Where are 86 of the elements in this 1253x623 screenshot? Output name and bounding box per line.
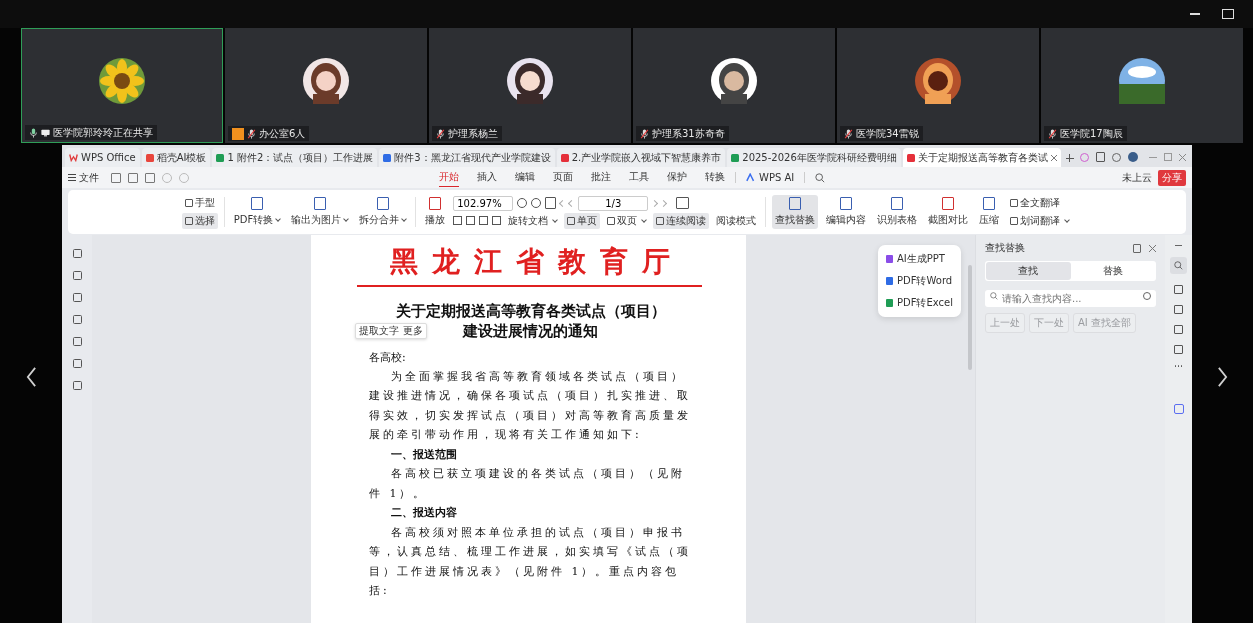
video-tile[interactable]: 医学院34雷锐 — [837, 28, 1039, 143]
toolbar-button[interactable]: 识别表格 — [874, 195, 921, 229]
participant-name: 医学院郭玲玲正在共享 — [53, 125, 153, 140]
word-document-icon — [383, 153, 392, 162]
menu-tab[interactable]: 批注 — [591, 168, 611, 187]
more-button[interactable]: 更多 — [403, 323, 423, 338]
share-button[interactable]: 分享 — [1158, 169, 1186, 186]
translate-button[interactable]: 全文翻译 — [1007, 195, 1073, 211]
panel-tab[interactable]: 查找 — [986, 262, 1071, 280]
toolbar-button[interactable]: 编辑内容 — [823, 195, 870, 229]
toolbar-button[interactable]: 输出为图片 — [288, 195, 352, 229]
video-tile[interactable]: 医学院郭玲玲正在共享 — [21, 28, 223, 143]
toolbar-button[interactable]: 拆分合并 — [356, 195, 410, 229]
view-button[interactable]: 双页 — [604, 212, 650, 229]
section-heading: 二、报送内容 — [390, 505, 458, 522]
video-tile[interactable]: 医学院17陶辰 — [1041, 28, 1243, 143]
menu-tab[interactable]: 编辑 — [515, 168, 535, 187]
body-paragraph: 各高校已获立项建设的各类试点（项目）（见附件 1）。 — [369, 466, 686, 502]
video-tile[interactable]: 办公室6人 — [225, 28, 427, 143]
document-tab[interactable]: 附件3：黑龙江省现代产业学院建设 — [379, 148, 555, 167]
search-icon — [990, 292, 998, 300]
view-button[interactable]: 单页 — [564, 212, 601, 229]
close-icon[interactable] — [1179, 153, 1186, 161]
document-icon — [145, 153, 154, 162]
scrollbar-thumb[interactable] — [968, 265, 972, 370]
maximize-icon[interactable] — [1222, 9, 1234, 19]
ai-menu-tab[interactable]: WPS AI — [746, 169, 795, 186]
section-heading: 一、报送范围 — [390, 446, 458, 463]
translate-button[interactable]: 划词翻译 — [1007, 213, 1073, 229]
window-icon[interactable] — [1096, 152, 1105, 162]
quick-action[interactable]: AI生成PPT — [884, 248, 955, 270]
participant-name: 医学院17陶辰 — [1060, 126, 1123, 141]
zoom-field[interactable]: 102.97% — [453, 195, 514, 211]
toolbar-button[interactable]: 压缩 — [976, 195, 1003, 229]
reading-mode-button[interactable]: 阅读模式 — [713, 212, 760, 229]
document-title: 建设进展情况的通知 — [463, 320, 598, 341]
page-field[interactable]: 1/3 — [578, 195, 649, 211]
toolbar-button[interactable]: PDF转换 — [230, 195, 284, 229]
document-tab[interactable]: WPS Office — [65, 148, 140, 167]
mode-button[interactable]: 手型 — [181, 195, 218, 211]
letterhead-title: 黑龙江省教育厅 — [388, 245, 685, 279]
salutation-text: 各高校: — [369, 349, 407, 366]
view-button[interactable]: 旋转文档 — [505, 212, 561, 229]
menu-tab[interactable]: 插入 — [477, 168, 497, 187]
toolbar-button[interactable]: 查找替换 — [772, 195, 819, 229]
document-tab[interactable]: 稻壳AI模板 — [141, 148, 211, 167]
search-icon[interactable] — [815, 172, 826, 183]
menu-tab[interactable]: 保护 — [667, 168, 687, 187]
document-tab[interactable]: 2025-2026年医学院科研经费明细 — [727, 148, 901, 167]
body-paragraph: 为全面掌握我省高等教育领域各类试点（项目）建设推进情况，确保各项试点（项目）扎实推进、取得实效，切实发挥试点（项目）对高等教育高质量发展的牵引带动作用，现将有关工作通知如下: — [369, 368, 692, 444]
file-menu[interactable]: 文件 — [68, 170, 99, 185]
close-icon[interactable] — [1149, 244, 1156, 252]
menu-tab[interactable]: 工具 — [629, 168, 649, 187]
menu-tab[interactable]: 开始 — [439, 168, 459, 187]
participant-name: 护理系31苏奇奇 — [652, 126, 725, 141]
wps-logo-icon — [69, 153, 78, 162]
view-button[interactable]: 连续阅读 — [653, 212, 710, 229]
spreadsheet-icon — [731, 153, 740, 162]
participant-name: 医学院34雷锐 — [856, 126, 919, 141]
close-icon[interactable] — [1050, 154, 1057, 161]
quick-action[interactable]: PDF转Word — [884, 270, 955, 292]
body-paragraph: 各高校须对照本单位承担的试点（项目）申报书等，认真总结、梳理工作进展，如实填写《试点（项目）工作进展情况表》（见附件 1）。重点内容包括: — [369, 524, 692, 600]
document-title: 关于定期报送高等教育各类试点（项目） — [395, 300, 666, 321]
document-tab[interactable]: 2.产业学院嵌入视域下智慧康养市 — [556, 148, 726, 167]
document-icon — [906, 153, 915, 162]
panel-title[interactable]: 查找替换 — [985, 241, 1025, 255]
quick-action[interactable]: PDF转Excel — [884, 292, 955, 314]
spreadsheet-icon — [216, 153, 225, 162]
document-tab[interactable]: 关于定期报送高等教育各类试 — [902, 148, 1061, 167]
participant-name: 办公室6人 — [259, 126, 306, 141]
extract-text-button[interactable]: 提取文字 — [359, 323, 399, 338]
user-avatar-icon[interactable] — [1128, 152, 1138, 162]
ai-logo-icon — [746, 172, 756, 182]
video-tile[interactable]: 护理系杨兰 — [429, 28, 631, 143]
toolbar-button[interactable]: 截图对比 — [925, 195, 972, 229]
menu-tab[interactable]: 页面 — [553, 168, 573, 187]
video-tile[interactable]: 护理系31苏奇奇 — [633, 28, 835, 143]
mode-button[interactable]: 选择 — [181, 213, 218, 229]
menu-tab[interactable]: 转换 — [705, 168, 725, 187]
participant-name: 护理系杨兰 — [448, 126, 498, 141]
cloud-status-button[interactable]: 未上云 — [1122, 170, 1152, 185]
play-button[interactable]: 播放 — [422, 195, 449, 229]
document-icon — [560, 153, 569, 162]
search-field[interactable]: 请输入查找内容... — [985, 290, 1156, 307]
document-tab[interactable]: 1 附件2：试点（项目）工作进展 — [212, 148, 378, 167]
search-icon[interactable] — [1170, 257, 1187, 274]
